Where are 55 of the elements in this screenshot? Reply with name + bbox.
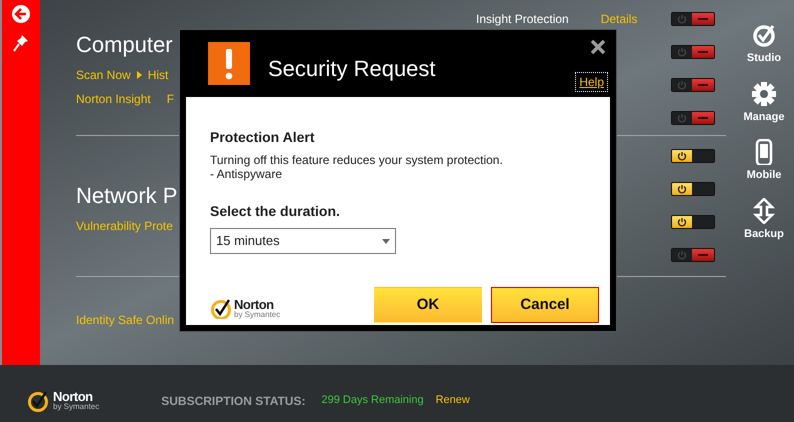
power-icon	[677, 250, 687, 260]
pin-icon	[13, 34, 29, 52]
power-icon	[677, 113, 687, 123]
check-badge-icon	[27, 388, 51, 412]
nav-button[interactable]: Studio	[746, 22, 782, 66]
power-toggle[interactable]	[671, 45, 715, 59]
dialog-button[interactable]: Cancel	[491, 287, 599, 323]
feature-link[interactable]: Scan Now	[76, 66, 131, 84]
duration-label: Select the duration.	[210, 202, 341, 221]
exclamation-icon	[208, 42, 250, 85]
logo-wordmark: Norton	[234, 298, 274, 310]
status-label: SUBSCRIPTION STATUS:	[161, 392, 306, 410]
power-icon	[677, 217, 687, 227]
help-link[interactable]: Help	[575, 72, 608, 92]
nav-button[interactable]: Backup	[744, 198, 784, 242]
details-link[interactable]: Details	[600, 10, 638, 28]
dialog-button[interactable]: OK	[374, 287, 482, 323]
power-toggle[interactable]	[671, 78, 715, 92]
logo-wordmark: Norton	[53, 390, 93, 403]
power-toggle[interactable]	[671, 182, 715, 196]
logo-tagline: by Symantec	[234, 310, 280, 318]
dialog-title: Security Request	[268, 55, 436, 83]
check-circle-icon	[751, 22, 777, 48]
power-icon	[677, 80, 687, 90]
power-icon	[677, 151, 687, 161]
alert-heading: Protection Alert	[210, 128, 316, 147]
power-icon	[677, 184, 687, 194]
feature-link[interactable]: Hist	[148, 66, 168, 84]
feature-link[interactable]: Vulnerability Prote	[76, 217, 173, 235]
power-icon	[677, 47, 687, 57]
power-toggle[interactable]	[671, 12, 715, 26]
arrow-right-icon	[136, 71, 142, 79]
status-text: 299 Days Remaining	[321, 393, 424, 408]
logo-tagline: by Symantec	[53, 403, 100, 411]
power-toggle[interactable]	[671, 215, 715, 229]
check-badge-icon	[210, 297, 232, 319]
renew-link[interactable]: Renew	[436, 392, 470, 409]
setting-label: Insight Protection	[476, 11, 569, 28]
up-down-arrow-icon	[751, 198, 777, 224]
duration-dropdown[interactable]: 15 minutes	[210, 228, 396, 254]
feature-name: - Antispyware	[210, 167, 284, 181]
feature-link[interactable]: F	[166, 90, 174, 108]
nav-button[interactable]: Manage	[744, 80, 784, 125]
power-toggle[interactable]	[671, 248, 715, 262]
alert-message: Turning off this feature reduces your system protection.	[210, 153, 504, 167]
nav-button[interactable]: Mobile	[746, 139, 782, 184]
power-toggle[interactable]	[671, 111, 715, 125]
close-button[interactable]	[590, 39, 606, 55]
power-icon	[677, 14, 687, 24]
feature-link[interactable]: Norton Insight	[76, 90, 151, 108]
power-toggle[interactable]	[671, 149, 715, 163]
section-title: Computer	[76, 31, 173, 59]
section-title: Network P	[76, 182, 178, 210]
caret-icon	[382, 238, 390, 244]
close-icon	[590, 39, 606, 55]
